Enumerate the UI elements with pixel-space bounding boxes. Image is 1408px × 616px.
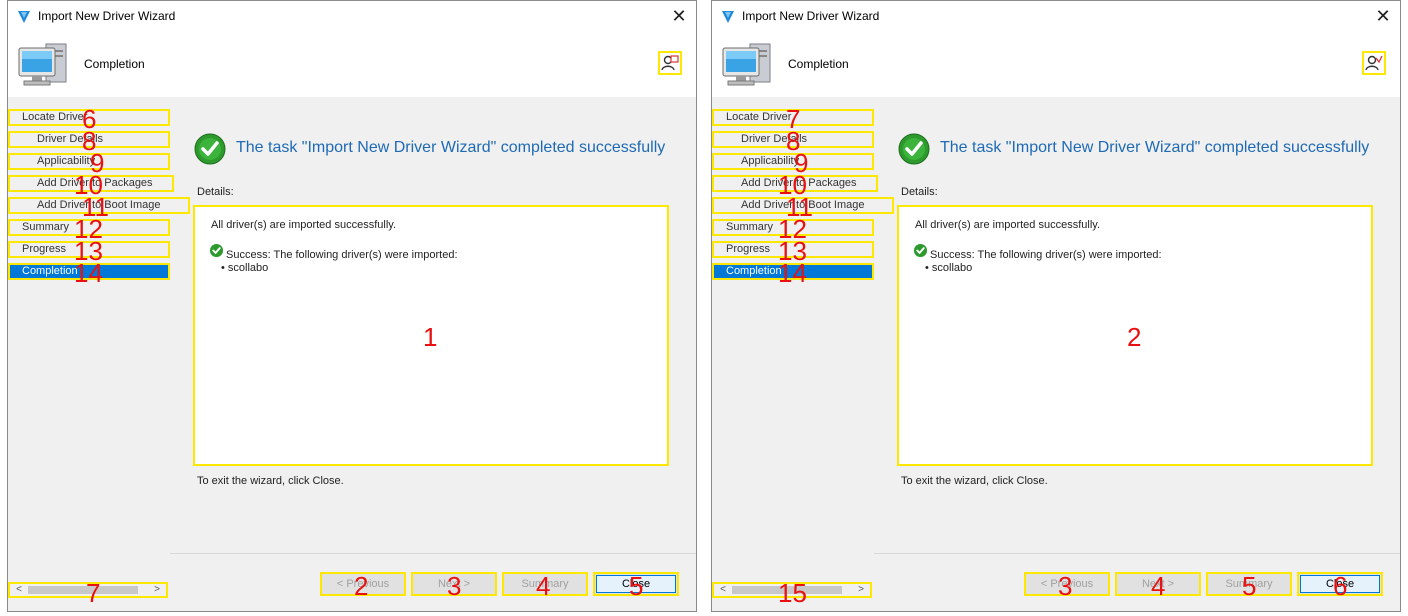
wizard-app-icon <box>722 11 734 23</box>
user-help-icon <box>661 55 679 71</box>
exit-instructions: To exit the wizard, click Close. <box>197 475 344 487</box>
wizard-app-icon <box>18 11 30 23</box>
details-label: Details: <box>901 186 938 198</box>
details-summary-text: All driver(s) are imported successfully. <box>211 219 397 231</box>
wizard-nav: Locate Driver Driver Details Applicabili… <box>8 97 190 581</box>
nav-item-add-driver-to-packages[interactable]: Add Driver to Packages <box>8 175 174 192</box>
annotation-marker: 2 <box>1127 322 1142 352</box>
next-button[interactable]: Next > 3 <box>411 572 497 599</box>
nav-item-applicability[interactable]: Applicability <box>8 153 170 170</box>
success-check-icon <box>209 243 224 258</box>
driver-list-item: • scollabo <box>925 262 973 274</box>
success-check-icon <box>913 243 928 258</box>
details-box: All driver(s) are imported successfully.… <box>193 205 669 466</box>
close-window-button[interactable]: ✕ <box>1372 5 1394 27</box>
wizard-content: The task "Import New Driver Wizard" comp… <box>874 97 1400 553</box>
scrollbar-thumb[interactable] <box>732 586 842 594</box>
nav-item-summary[interactable]: Summary <box>712 219 874 236</box>
exit-instructions: To exit the wizard, click Close. <box>901 475 1048 487</box>
details-box: All driver(s) are imported successfully.… <box>897 205 1373 466</box>
page-title: Completion <box>84 57 145 71</box>
previous-button[interactable]: < Previous 2 <box>320 572 406 599</box>
nav-item-locate-driver[interactable]: Locate Driver <box>712 109 874 126</box>
title-bar: Import New Driver Wizard ✕ <box>712 1 1400 32</box>
completion-headline: The task "Import New Driver Wizard" comp… <box>236 139 666 156</box>
details-summary-text: All driver(s) are imported successfully. <box>915 219 1101 231</box>
nav-item-applicability[interactable]: Applicability <box>712 153 874 170</box>
close-button[interactable]: Close 5 <box>593 572 679 599</box>
window-title: Import New Driver Wizard <box>38 9 176 23</box>
nav-item-add-driver-to-boot-image[interactable]: Add Driver to Boot Image <box>712 197 894 214</box>
computer-icon <box>18 43 67 86</box>
scroll-right-icon[interactable]: > <box>854 584 868 596</box>
nav-horizontal-scrollbar[interactable]: < > 15 <box>712 580 872 606</box>
footer-divider <box>170 553 696 554</box>
title-bar: Import New Driver Wizard ✕ <box>8 1 696 32</box>
success-check-icon <box>898 133 930 165</box>
window-title: Import New Driver Wizard <box>742 9 880 23</box>
nav-item-locate-driver[interactable]: Locate Driver <box>8 109 170 126</box>
scroll-right-icon[interactable]: > <box>150 584 164 596</box>
close-window-button[interactable]: ✕ <box>668 5 690 27</box>
computer-icon <box>722 43 771 86</box>
wizard-header: Completion <box>712 32 1400 97</box>
summary-button[interactable]: Summary 4 <box>502 572 588 599</box>
user-help-icon <box>1365 55 1383 71</box>
nav-item-progress[interactable]: Progress <box>8 241 170 258</box>
nav-item-driver-details[interactable]: Driver Details <box>712 131 874 148</box>
scrollbar-thumb[interactable] <box>28 586 138 594</box>
footer-divider <box>874 553 1400 554</box>
scroll-left-icon[interactable]: < <box>716 584 730 596</box>
summary-button[interactable]: Summary 5 <box>1206 572 1292 599</box>
wizard-header: Completion <box>8 32 696 97</box>
success-check-icon <box>194 133 226 165</box>
nav-horizontal-scrollbar[interactable]: < > 7 <box>8 580 168 606</box>
details-success-text: Success: The following driver(s) were im… <box>930 249 1162 261</box>
nav-item-completion[interactable]: Completion <box>8 263 170 280</box>
help-button[interactable] <box>1362 51 1386 75</box>
completion-headline: The task "Import New Driver Wizard" comp… <box>940 139 1370 156</box>
nav-item-add-driver-to-packages[interactable]: Add Driver to Packages <box>712 175 878 192</box>
nav-item-completion[interactable]: Completion <box>712 263 874 280</box>
scroll-left-icon[interactable]: < <box>12 584 26 596</box>
nav-item-driver-details[interactable]: Driver Details <box>8 131 170 148</box>
nav-item-summary[interactable]: Summary <box>8 219 170 236</box>
driver-list-item: • scollabo <box>221 262 269 274</box>
close-button[interactable]: Close 6 <box>1297 572 1383 599</box>
wizard-nav: Locate Driver Driver Details Applicabili… <box>712 97 894 581</box>
annotation-marker: 1 <box>423 322 438 352</box>
help-button[interactable] <box>658 51 682 75</box>
details-label: Details: <box>197 186 234 198</box>
wizard-content: The task "Import New Driver Wizard" comp… <box>170 97 696 553</box>
next-button[interactable]: Next > 4 <box>1115 572 1201 599</box>
nav-item-progress[interactable]: Progress <box>712 241 874 258</box>
previous-button[interactable]: < Previous 3 <box>1024 572 1110 599</box>
nav-item-add-driver-to-boot-image[interactable]: Add Driver to Boot Image <box>8 197 190 214</box>
wizard-window-right: Import New Driver Wizard ✕ Completion Lo… <box>711 0 1401 612</box>
page-title: Completion <box>788 57 849 71</box>
details-success-text: Success: The following driver(s) were im… <box>226 249 458 261</box>
wizard-window-left: Import New Driver Wizard ✕ Completion Lo… <box>7 0 697 612</box>
